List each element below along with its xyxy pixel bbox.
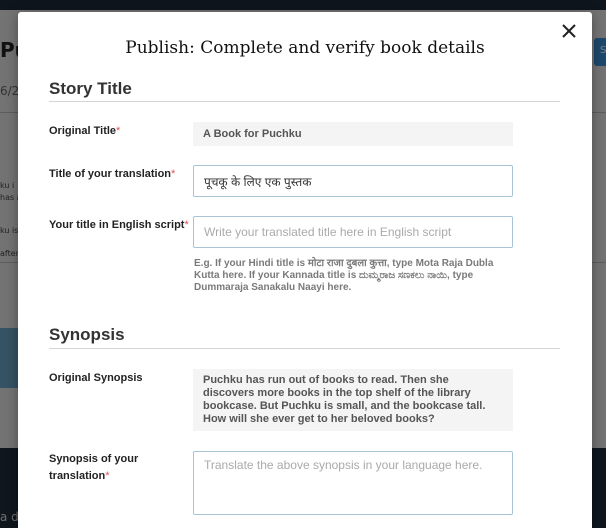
english-script-title-input[interactable] <box>193 216 513 248</box>
modal-title: Publish: Complete and verify book detail… <box>125 38 485 58</box>
english-script-hint: E.g. If your Hindi title is मोटा राजा दु… <box>194 258 494 293</box>
translation-title-input[interactable] <box>193 165 513 197</box>
story-title-divider <box>49 101 560 102</box>
translation-synopsis-textarea[interactable] <box>193 451 513 515</box>
synopsis-divider <box>49 348 560 349</box>
translation-title-label: Title of your translation* <box>49 168 176 180</box>
original-synopsis-label: Original Synopsis <box>49 372 143 384</box>
publish-modal: Publish: Complete and verify book detail… <box>18 12 592 528</box>
translation-synopsis-label: Synopsis of your translation* <box>49 453 139 482</box>
story-title-heading: Story Title <box>49 79 132 98</box>
original-synopsis-value: Puchku has run out of books to read. The… <box>193 369 513 431</box>
close-icon <box>562 24 576 38</box>
english-script-title-label: Your title in English script* <box>49 219 189 231</box>
original-title-label: Original Title* <box>49 125 121 137</box>
original-title-value: A Book for Puchku <box>193 122 513 146</box>
close-button[interactable] <box>558 20 580 42</box>
synopsis-heading: Synopsis <box>49 325 125 344</box>
